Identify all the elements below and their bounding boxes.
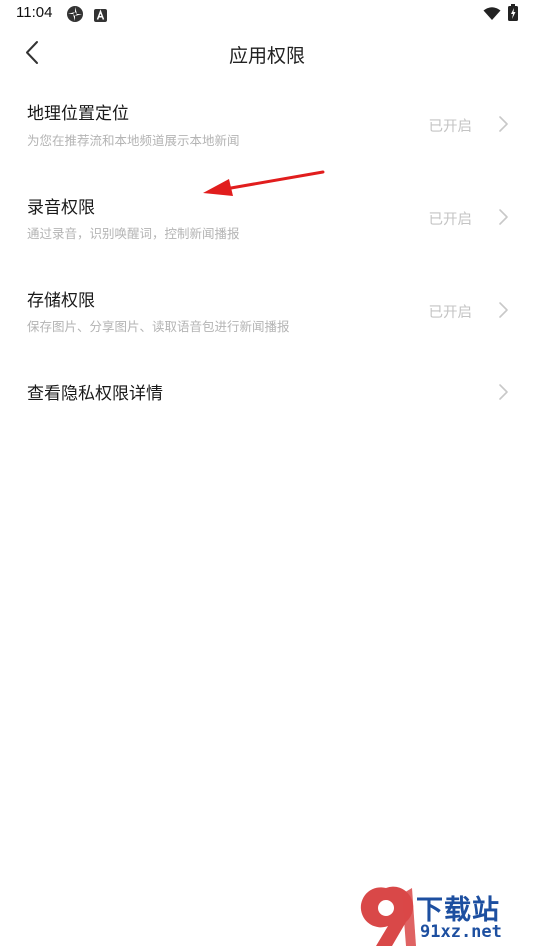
status-label: 已开启	[428, 119, 473, 135]
chevron-right-icon	[499, 209, 508, 225]
status-time: 11:04	[16, 4, 53, 21]
chevron-right-icon	[499, 302, 508, 318]
row-title: 录音权限	[27, 198, 95, 218]
chevron-right-icon	[499, 384, 508, 400]
wifi-icon	[483, 6, 501, 25]
battery-charging-icon	[508, 4, 518, 25]
row-description: 保存图片、分享图片、读取语音包进行新闻播报	[27, 319, 290, 334]
header: 应用权限	[0, 28, 534, 78]
permission-row-location[interactable]: 地理位置定位 为您在推荐流和本地频道展示本地新闻 已开启	[0, 78, 534, 168]
page-title: 应用权限	[228, 45, 305, 67]
privacy-details-row[interactable]: 查看隐私权限详情	[0, 356, 534, 428]
logo-9-icon	[360, 886, 416, 946]
row-title: 地理位置定位	[27, 104, 129, 124]
status-label: 已开启	[428, 212, 473, 228]
pinwheel-icon	[66, 5, 84, 27]
row-title: 存储权限	[27, 291, 95, 311]
row-title: 查看隐私权限详情	[27, 384, 163, 404]
annotation-arrow-icon	[203, 170, 325, 196]
status-label: 已开启	[428, 305, 473, 321]
watermark-url: 91xz.net	[420, 922, 502, 942]
watermark-logo: 下载站 91xz.net	[354, 884, 534, 950]
row-description: 通过录音，识别唤醒词，控制新闻播报	[27, 226, 240, 241]
row-description: 为您在推荐流和本地频道展示本地新闻	[27, 133, 240, 148]
status-bar: 11:04	[0, 0, 534, 28]
permission-row-storage[interactable]: 存储权限 保存图片、分享图片、读取语音包进行新闻播报 已开启	[0, 265, 534, 355]
a-badge-icon	[94, 7, 107, 26]
chevron-right-icon	[499, 116, 508, 132]
